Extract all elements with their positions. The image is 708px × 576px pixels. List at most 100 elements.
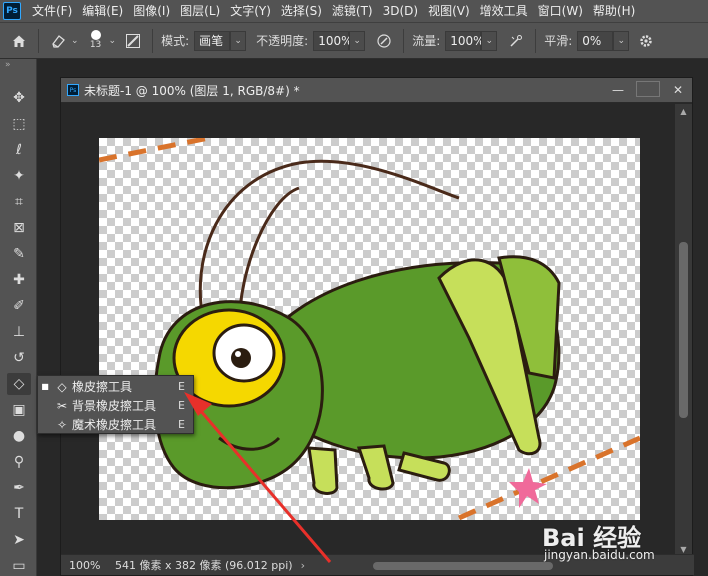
divider [535, 28, 537, 53]
flow-label: 流量: [412, 34, 441, 48]
flyout-item-background-eraser[interactable]: ✂ 背景橡皮擦工具 E [38, 396, 193, 415]
smoothing-chevron-icon[interactable]: ⌄ [613, 30, 630, 51]
shortcut-key: E [178, 380, 185, 393]
magic-eraser-icon: ✧ [56, 417, 68, 432]
baidu-jingyan-watermark: Bai 经验 jingyan.baidu.com [534, 510, 706, 572]
eraser-icon: ◇ [57, 379, 67, 394]
gradient-tool-icon[interactable]: ▣ [7, 399, 31, 421]
flyout-item-label: 魔术橡皮擦工具 [72, 418, 157, 432]
zoom-level[interactable]: 100% [61, 559, 105, 572]
menu-edit[interactable]: 编辑(E) [77, 0, 128, 22]
menu-3d[interactable]: 3D(D) [378, 0, 423, 22]
clone-stamp-tool-icon[interactable]: ⊥ [7, 321, 31, 343]
menu-view[interactable]: 视图(V) [423, 0, 475, 22]
mode-select[interactable]: 画笔 [194, 30, 231, 51]
brush-chevron-icon[interactable]: ⌄ [109, 36, 117, 46]
magic-wand-tool-icon[interactable]: ✦ [7, 165, 31, 187]
flow-chevron-icon[interactable]: ⌄ [481, 30, 498, 51]
menu-select[interactable]: 选择(S) [276, 0, 327, 22]
document-canvas[interactable] [99, 138, 640, 520]
brush-size-label: 13 [89, 40, 102, 50]
document-info: 541 像素 x 382 像素 (96.012 ppi) [115, 559, 293, 572]
menu-type[interactable]: 文字(Y) [225, 0, 276, 22]
type-tool-icon[interactable]: T [7, 503, 31, 525]
move-tool-icon[interactable]: ✥ [7, 87, 31, 109]
selected-indicator-icon: ■ [41, 382, 49, 391]
collapse-panel-icon[interactable]: » [0, 59, 36, 73]
menu-filter[interactable]: 滤镜(T) [327, 0, 378, 22]
menu-window[interactable]: 窗口(W) [533, 0, 588, 22]
horizontal-scroll-thumb[interactable] [372, 561, 553, 570]
watermark-url: jingyan.baidu.com [544, 548, 655, 562]
marquee-tool-icon[interactable]: ⬚ [7, 113, 31, 135]
opacity-value: 100% [318, 33, 353, 48]
flyout-item-label: 背景橡皮擦工具 [72, 399, 157, 413]
grasshopper-artwork [99, 138, 640, 520]
photoshop-logo-icon[interactable]: Ps [3, 2, 21, 20]
menu-file[interactable]: 文件(F) [27, 0, 77, 22]
healing-brush-tool-icon[interactable]: ✚ [7, 269, 31, 291]
crop-tool-icon[interactable]: ⌗ [7, 191, 31, 213]
canvas-area[interactable] [61, 104, 676, 556]
status-menu-chevron-icon[interactable]: › [293, 559, 313, 572]
document-title: 未标题-1 @ 100% (图层 1, RGB/8#) * [84, 83, 300, 98]
vertical-scroll-thumb[interactable] [679, 242, 688, 418]
divider [403, 28, 405, 53]
document-window: Ps 未标题-1 @ 100% (图层 1, RGB/8#) * — ✕ ▲ ▼… [60, 77, 694, 576]
mode-label: 模式: [161, 34, 190, 48]
eraser-tool-flyout: ■ ◇ 橡皮擦工具 E ✂ 背景橡皮擦工具 E ✧ 魔术橡皮擦工具 E [37, 375, 194, 434]
shortcut-key: E [178, 399, 185, 412]
flow-field[interactable]: 100% [445, 30, 485, 51]
rectangle-tool-icon[interactable]: ▭ [7, 555, 31, 576]
mode-value: 画笔 [199, 34, 224, 48]
brush-settings-panel-icon[interactable] [122, 30, 144, 52]
menu-bar: Ps 文件(F) 编辑(E) 图像(I) 图层(L) 文字(Y) 选择(S) 滤… [0, 0, 708, 22]
tool-preset-eraser-icon[interactable] [47, 30, 69, 52]
opacity-label: 不透明度: [256, 34, 309, 48]
smoothing-field[interactable]: 0% [577, 30, 614, 51]
flyout-item-label: 橡皮擦工具 [72, 380, 133, 394]
history-brush-tool-icon[interactable]: ↺ [7, 347, 31, 369]
shortcut-key: E [178, 418, 185, 431]
lasso-tool-icon[interactable]: ℓ [7, 139, 31, 161]
divider [38, 28, 39, 53]
blur-tool-icon[interactable]: ● [7, 425, 31, 447]
path-selection-tool-icon[interactable]: ➤ [7, 529, 31, 551]
flow-value: 100% [450, 33, 485, 48]
home-icon[interactable] [8, 30, 30, 52]
vertical-scrollbar[interactable]: ▲ ▼ [675, 104, 692, 556]
document-tab[interactable]: Ps 未标题-1 @ 100% (图层 1, RGB/8#) * — ✕ [61, 78, 692, 103]
brush-tool-icon[interactable]: ✐ [7, 295, 31, 317]
smoothing-value: 0% [582, 33, 602, 48]
mode-chevron-icon[interactable]: ⌄ [230, 30, 247, 51]
eyedropper-tool-icon[interactable]: ✎ [7, 243, 31, 265]
menu-layer[interactable]: 图层(L) [175, 0, 225, 22]
ps-document-icon: Ps [67, 84, 79, 96]
pen-tool-icon[interactable]: ✒ [7, 477, 31, 499]
divider [152, 28, 154, 53]
brush-tip-icon [90, 30, 101, 40]
tools-panel: » ✥ ⬚ ℓ ✦ ⌗ ⊠ ✎ ✚ ✐ ⊥ ↺ ◇ ▣ ● ⚲ ✒ T ➤ ▭ [0, 59, 37, 576]
menu-plugins[interactable]: 增效工具 [475, 0, 533, 22]
tool-preset-chevron-icon[interactable]: ⌄ [71, 36, 79, 46]
close-icon[interactable]: ✕ [664, 80, 692, 100]
maximize-icon[interactable] [636, 81, 660, 97]
minimize-icon[interactable]: — [604, 80, 632, 100]
scroll-up-icon[interactable]: ▲ [675, 104, 692, 118]
menu-image[interactable]: 图像(I) [128, 0, 175, 22]
gear-icon[interactable] [635, 30, 657, 52]
airbrush-icon[interactable] [505, 30, 527, 52]
dodge-tool-icon[interactable]: ⚲ [7, 451, 31, 473]
options-bar: ⌄ 13 ⌄ 模式: 画笔 ⌄ 不透明度: 100% ⌄ 流量: 100% ⌄ … [0, 22, 708, 59]
opacity-field[interactable]: 100% [313, 30, 353, 51]
smoothing-label: 平滑: [544, 34, 573, 48]
flyout-item-eraser[interactable]: ■ ◇ 橡皮擦工具 E [38, 377, 193, 396]
brush-preset-picker[interactable]: 13 [87, 30, 105, 51]
frame-tool-icon[interactable]: ⊠ [7, 217, 31, 239]
menu-help[interactable]: 帮助(H) [588, 0, 640, 22]
background-eraser-icon: ✂ [56, 398, 68, 413]
eraser-tool-icon[interactable]: ◇ [7, 373, 31, 395]
pressure-opacity-icon[interactable] [373, 30, 395, 52]
flyout-item-magic-eraser[interactable]: ✧ 魔术橡皮擦工具 E [38, 415, 193, 434]
opacity-chevron-icon[interactable]: ⌄ [349, 30, 366, 51]
